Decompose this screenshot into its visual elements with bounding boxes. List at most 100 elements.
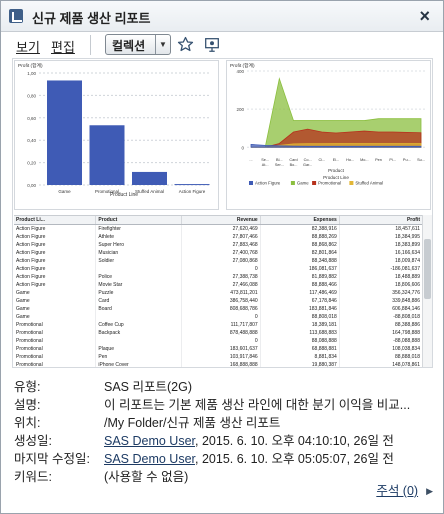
modified-by-link[interactable]: SAS Demo User (104, 452, 195, 466)
table-row[interactable]: Action Figure Super Hero 27,883,468 88,868,… (14, 240, 423, 249)
table-row[interactable]: Promotional Backpack 878,488,888 113,688,88… (14, 328, 423, 337)
table-row[interactable]: Promotional Pen 103,917,846 8,881,834 88,888… (14, 352, 423, 361)
area-chart: Profit (합계)400 200 0... Se... Bl... Card Co...… (230, 62, 425, 186)
view-menu[interactable]: 보기 (16, 37, 40, 56)
meta-type-row: 유형: SAS 리포트(2G) (14, 378, 434, 396)
table-cell: 18,457,611 (339, 224, 423, 233)
table-cell: 19,880,387 (260, 360, 340, 367)
table-cell: 18,806,606 (339, 280, 423, 289)
table-row[interactable]: Action Figure Movie Star 27,466,088 88,888,… (14, 280, 423, 289)
table-header-4[interactable]: Profit (339, 216, 423, 225)
table-cell: Promotional (14, 360, 97, 367)
star-icon[interactable] (175, 34, 196, 55)
title-bar: 신규 제품 생산 리포트 × (1, 1, 443, 32)
legend-swatch (249, 181, 253, 185)
table-row[interactable]: Action Figure Soldier 27,080,868 88,348,888… (14, 256, 423, 265)
table-cell: 27,400,768 (181, 248, 261, 257)
meta-type-label: 유형: (14, 380, 41, 394)
bar-x-axis-label: Product Line (110, 192, 138, 198)
table-row[interactable]: Promotional iPhone Cover 168,888,888 19,880… (14, 360, 423, 367)
meta-location-value: /My Folder/신규 제품 생산 리포트 (104, 416, 281, 430)
chevron-down-icon[interactable]: ▼ (155, 35, 170, 54)
bar-0[interactable] (47, 80, 82, 185)
table-cell: 339,848,886 (339, 296, 423, 305)
legend-swatch (312, 181, 317, 185)
modified-date: , 2015. 6. 10. 오후 05:05:07, 26일 전 (195, 452, 394, 466)
bar-2[interactable] (132, 171, 167, 185)
meta-location-label: 위치: (14, 416, 41, 430)
bar-category-label: Game (58, 189, 71, 194)
table-cell: Board (95, 304, 182, 313)
table-header-0[interactable]: Product Li... (14, 216, 97, 225)
table-row[interactable]: Game Board 808,688,786 183,881,846 606,884,1… (14, 304, 423, 313)
table-cell: Game (14, 288, 97, 297)
collection-dropdown[interactable]: 컬렉션 ▼ (105, 34, 171, 55)
table-cell: Promotional (14, 344, 97, 353)
table-cell (95, 336, 182, 345)
table-cell: 88,868,862 (260, 240, 340, 249)
edit-menu[interactable]: 편집 (51, 37, 75, 56)
bar-chart: Profit (합계) 1,00 0,80 0,60 0,40 0,20 0,00 Game P… (18, 62, 210, 198)
legend-title: Product Line (323, 175, 349, 180)
table-cell: 183,881,846 (260, 304, 340, 313)
table-row[interactable]: Promotional Plaque 183,601,637 68,888,881 10… (14, 344, 423, 353)
created-by-link[interactable]: SAS Demo User (104, 434, 195, 448)
chevron-right-icon[interactable]: ▶ (426, 486, 433, 497)
table-header-2[interactable]: Revenue (181, 216, 261, 225)
table-header-3[interactable]: Expenses (260, 216, 340, 225)
table-cell: Action Figure (14, 248, 97, 257)
table-cell: Coffee Cup (95, 320, 182, 329)
table-cell: 473,811,201 (181, 288, 261, 297)
bar-1[interactable] (89, 125, 125, 185)
table-row[interactable]: Promotional Coffee Cup 111,717,807 18,389,1… (14, 320, 423, 329)
table-header-1[interactable]: Product (95, 216, 182, 225)
meta-created-value: SAS Demo User, 2015. 6. 10. 오후 04:10:10,… (104, 432, 434, 450)
meta-keywords-label: 키워드: (14, 470, 52, 484)
table-row[interactable]: Action Figure Firefighter 27,620,469 82,388… (14, 224, 423, 233)
table-cell: 27,080,868 (181, 256, 261, 265)
area-x-tick-label: Card (289, 158, 297, 162)
table-cell: 808,688,786 (181, 304, 261, 313)
table-row[interactable]: Action Figure Athlete 27,807,466 88,888,269… (14, 232, 423, 241)
bar-y-tick-label: 0,20 (27, 161, 36, 166)
table-cell: 16,166,634 (339, 248, 423, 257)
table-cell: Promotional (14, 336, 97, 345)
legend-label: Action Figure (255, 181, 281, 186)
area-x-tick-label: Co... (304, 158, 312, 162)
toolbar: 보기 편집 컬렉션 ▼ (1, 33, 443, 58)
table-row[interactable]: Action Figure Musician 27,400,768 82,801,86… (14, 248, 423, 257)
table-cell: 164,798,888 (339, 328, 423, 337)
table-cell: Card (95, 296, 182, 305)
area-x-tick-label: Mo... (360, 158, 368, 162)
table-cell: Soldier (95, 256, 182, 265)
area-x-tick-label: Su... (417, 158, 425, 162)
report-icon (9, 9, 23, 23)
table-cell: 113,688,883 (260, 328, 340, 337)
table-cell: -88,808,018 (339, 312, 423, 321)
table-cell: 183,601,637 (181, 344, 261, 353)
table-cell: 82,801,864 (260, 248, 340, 257)
table-row[interactable]: Action Figure Police 27,388,738 81,889,882 1… (14, 272, 423, 281)
scroll-thumb[interactable] (424, 239, 431, 299)
comments-link[interactable]: 주석 (0) (376, 484, 418, 498)
area-x-tick-sublabel: At... (262, 163, 269, 167)
table-row[interactable]: Promotional 0 88,088,888 -88,088,888 (14, 336, 423, 345)
table-row[interactable]: Action Figure 0 186,081,637 -186,081,637 (14, 264, 423, 273)
table-cell: Musician (95, 248, 182, 257)
table-cell: 386,758,440 (181, 296, 261, 305)
table-scrollbar[interactable] (422, 215, 432, 367)
table-cell: iPhone Cover (95, 360, 182, 367)
table-row[interactable]: Game Card 386,758,440 67,178,846 339,848,886 (14, 296, 423, 305)
monitor-icon[interactable] (201, 34, 222, 55)
close-icon[interactable]: × (419, 6, 430, 27)
table-cell: 27,807,466 (181, 232, 261, 241)
bar-3[interactable] (174, 184, 210, 186)
table-cell: 18,383,899 (339, 240, 423, 249)
table-row[interactable]: Game Puzzle 473,811,201 117,486,469 356,324,… (14, 288, 423, 297)
table-cell: Action Figure (14, 232, 97, 241)
table-cell: 88,808,018 (260, 312, 340, 321)
collection-label: 컬렉션 (112, 39, 146, 53)
bar-y-tick-label: 1,00 (27, 71, 36, 76)
table-row[interactable]: Game 0 88,808,018 -88,808,018 (14, 312, 423, 321)
table-cell: -88,088,888 (339, 336, 423, 345)
